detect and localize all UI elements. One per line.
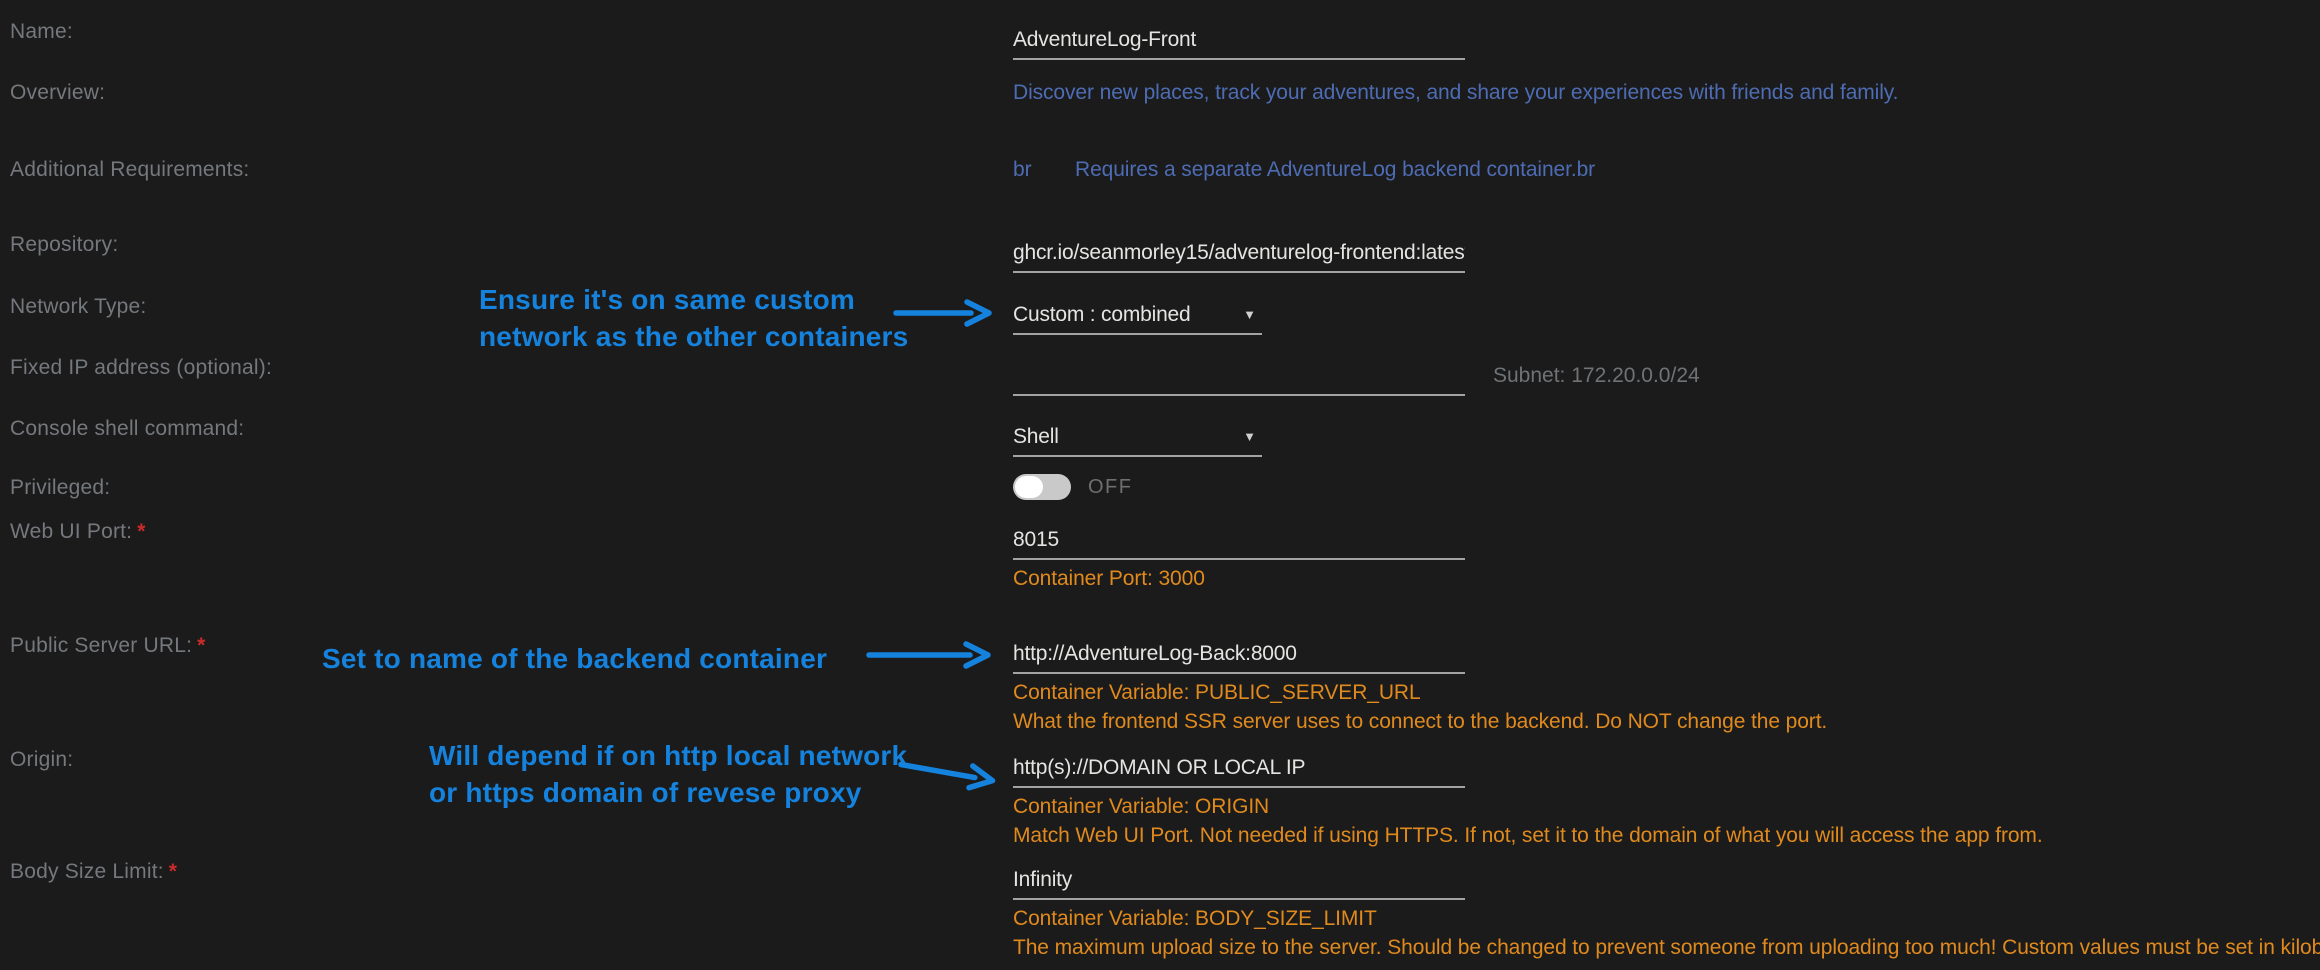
- annotation-public-server-url: Set to name of the backend container: [322, 640, 827, 677]
- chevron-down-icon: ▼: [1243, 425, 1256, 449]
- field-label: Web UI Port:*: [10, 520, 146, 544]
- name-input[interactable]: AdventureLog-Front: [1013, 28, 1465, 60]
- overview-text: Discover new places, track your adventur…: [1013, 81, 2310, 105]
- annotation-arrow-public-server-url: [866, 638, 998, 672]
- annotation-arrow-network-type: [893, 296, 997, 330]
- container-variable-hint: Container Variable: ORIGIN: [1013, 793, 2310, 821]
- field-description: What the frontend SSR server uses to con…: [1013, 707, 2310, 736]
- field-label: Network Type:: [10, 295, 146, 319]
- web-ui-port-input[interactable]: 8015: [1013, 528, 1465, 560]
- field-description: The maximum upload size to the server. S…: [1013, 933, 2310, 962]
- console-shell-select[interactable]: Shell ▼: [1013, 425, 1262, 457]
- field-label: Privileged:: [10, 476, 110, 500]
- annotation-origin: Will depend if on http local network or …: [429, 737, 907, 811]
- field-label: Origin:: [10, 748, 73, 772]
- toggle-knob: [1015, 476, 1043, 498]
- field-label: Name:: [10, 20, 73, 44]
- field-label: Repository:: [10, 233, 118, 257]
- field-label: Overview:: [10, 81, 105, 105]
- field-label: Additional Requirements:: [10, 158, 249, 182]
- network-type-select[interactable]: Custom : combined ▼: [1013, 303, 1262, 335]
- container-template-form: Name: AdventureLog-Front Overview: Disco…: [0, 0, 2320, 970]
- field-label: Body Size Limit:*: [10, 860, 177, 884]
- field-label: Fixed IP address (optional):: [10, 356, 272, 380]
- container-variable-hint: Container Variable: BODY_SIZE_LIMIT: [1013, 905, 2310, 933]
- origin-input[interactable]: http(s)://DOMAIN OR LOCAL IP: [1013, 756, 1465, 788]
- fixed-ip-input[interactable]: [1013, 364, 1465, 396]
- annotation-arrow-origin: [895, 747, 1003, 799]
- field-label: Console shell command:: [10, 417, 244, 441]
- container-variable-hint: Container Variable: PUBLIC_SERVER_URL: [1013, 679, 2310, 707]
- field-label: Public Server URL:*: [10, 634, 206, 658]
- public-server-url-input[interactable]: http://AdventureLog-Back:8000: [1013, 642, 1465, 674]
- toggle-state-label: OFF: [1088, 476, 1133, 499]
- repository-input[interactable]: ghcr.io/seanmorley15/adventurelog-fronte…: [1013, 241, 1465, 273]
- field-description: Match Web UI Port. Not needed if using H…: [1013, 821, 2310, 850]
- chevron-down-icon: ▼: [1243, 303, 1256, 327]
- subnet-note: Subnet: 172.20.0.0/24: [1493, 364, 1700, 388]
- br-prefix: br: [1013, 158, 1075, 182]
- container-port-hint: Container Port: 3000: [1013, 565, 2310, 593]
- additional-requirements-text: brRequires a separate AdventureLog backe…: [1013, 158, 2310, 182]
- required-asterisk: *: [197, 634, 205, 657]
- body-size-limit-input[interactable]: Infinity: [1013, 868, 1465, 900]
- annotation-network-type: Ensure it's on same custom network as th…: [479, 281, 908, 355]
- required-asterisk: *: [169, 860, 177, 883]
- required-asterisk: *: [137, 520, 145, 543]
- privileged-toggle[interactable]: [1013, 474, 1071, 500]
